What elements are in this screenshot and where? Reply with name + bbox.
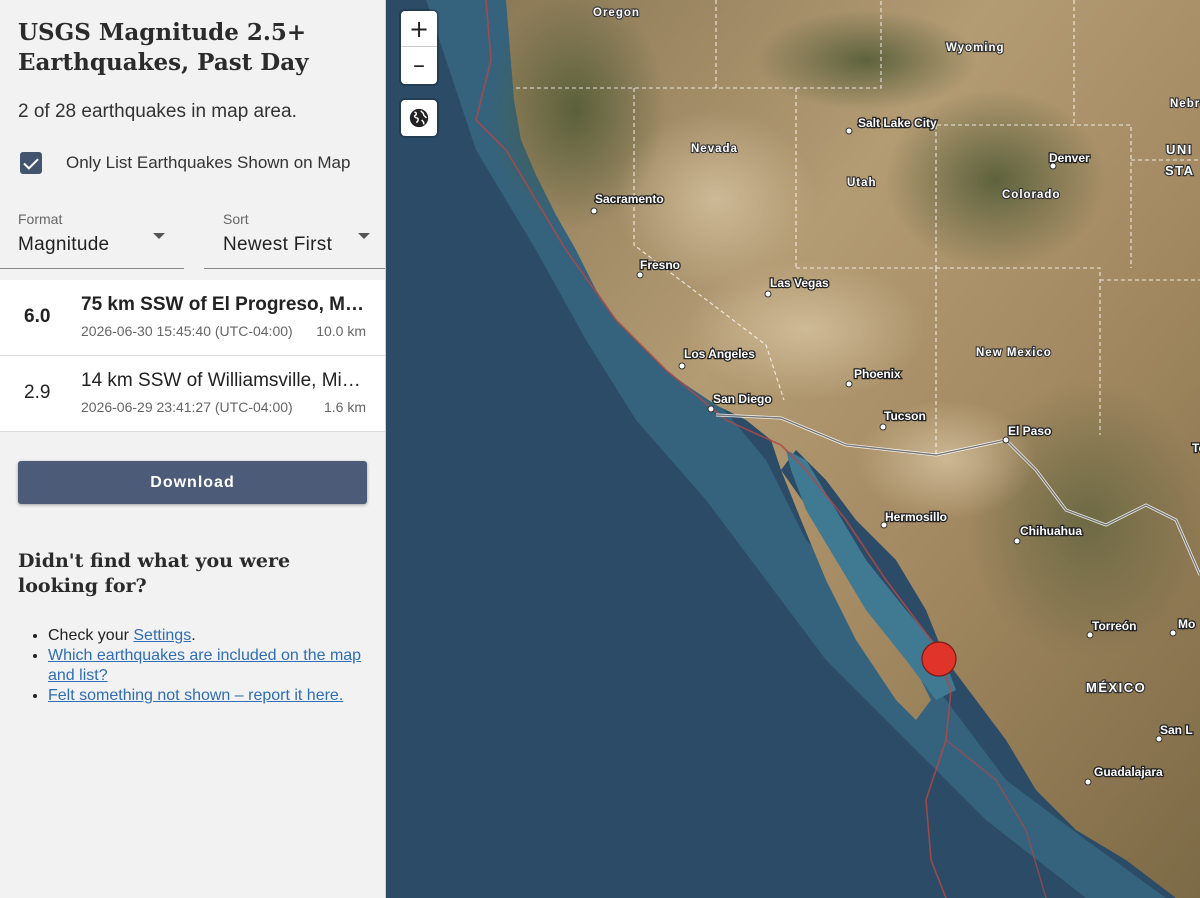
help-heading: Didn't find what you were looking for? [18,550,291,597]
quake-depth: 1.6 km [323,399,366,415]
list-item: Which earthquakes are included on the ma… [48,646,368,686]
state-label-new-mexico: New Mexico [976,347,1052,359]
quake-depth: 10.0 km [316,323,366,339]
list-item: Felt something not shown – report it her… [48,686,368,706]
which-earthquakes-link[interactable]: Which earthquakes are included on the ma… [48,647,361,684]
city-label-el-paso: El Paso [1008,424,1051,438]
only-list-checkbox[interactable] [20,152,42,174]
sort-value[interactable]: Newest First [223,234,332,256]
quake-place[interactable]: 75 km SSW of El Progreso, Mexico [81,294,367,316]
city-label-san-luis: San L [1160,723,1193,737]
layers-button[interactable] [401,100,437,136]
quake-time: 2026-06-29 23:41:27 (UTC-04:00) [81,399,293,415]
country-label-mexico: MÉXICO [1086,680,1146,695]
quake-place[interactable]: 14 km SSW of Williamsville, Missouri [81,370,367,392]
city-label-phoenix: Phoenix [854,367,901,381]
state-label-oregon: Oregon [593,7,640,19]
city-label-tucson: Tucson [884,409,926,423]
city-label-san-diego: San Diego [713,392,772,406]
globe-icon[interactable] [408,107,430,129]
chevron-down-icon[interactable] [153,233,165,239]
city-label-salt-lake-city: Salt Lake City [858,116,937,130]
state-label-wyoming: Wyoming [946,42,1005,54]
list-item[interactable]: 6.0 75 km SSW of El Progreso, Mexico 202… [0,280,385,356]
earthquake-count: 2 of 28 earthquakes in map area. [18,101,297,122]
format-caption: Format [18,211,63,227]
sort-caption: Sort [223,211,249,227]
state-label-nebraska: Nebra [1170,98,1200,110]
zoom-in-button[interactable]: + [401,11,437,47]
quake-magnitude: 6.0 [24,306,51,327]
city-label-fresno: Fresno [640,258,680,272]
terrain [756,10,976,110]
only-list-label[interactable]: Only List Earthquakes Shown on Map [66,153,350,173]
state-label-utah: Utah [847,177,877,189]
zoom-out-button[interactable]: – [401,47,437,83]
settings-link[interactable]: Settings [133,627,191,644]
country-label-united-states: UNI [1166,142,1193,157]
list-item[interactable]: 2.9 14 km SSW of Williamsville, Missouri… [0,356,385,432]
only-list-checkbox-row[interactable]: Only List Earthquakes Shown on Map [20,151,350,175]
list-item: Check your Settings. [48,626,368,646]
city-label-sacramento: Sacramento [595,192,664,206]
city-label-los-angeles: Los Angeles [684,347,755,361]
quake-time: 2026-06-30 15:45:40 (UTC-04:00) [81,323,293,339]
earthquake-marker[interactable] [921,641,957,677]
state-label-colorado: Colorado [1002,189,1060,201]
format-select[interactable]: Format Magnitude [0,201,184,269]
city-label-guadalajara: Guadalajara [1094,765,1163,779]
map-view[interactable]: Oregon Wyoming Nebra Nevada Utah Colorad… [386,0,1200,898]
help-check-suffix: . [191,627,196,644]
map-canvas[interactable]: Oregon Wyoming Nebra Nevada Utah Colorad… [386,0,1200,898]
city-label-monterrey: Mo [1178,617,1195,631]
state-label-nevada: Nevada [691,143,738,155]
city-label-chihuahua: Chihuahua [1020,524,1082,538]
city-label-denver: Denver [1049,151,1090,165]
help-check-prefix: Check your [48,627,134,644]
earthquake-list: 6.0 75 km SSW of El Progreso, Mexico 202… [0,280,385,432]
city-label-las-vegas: Las Vegas [770,276,829,290]
terrain [856,400,1036,520]
felt-report-link[interactable]: Felt something not shown – report it her… [48,687,343,704]
city-label-torreon: Torreón [1092,619,1136,633]
format-value[interactable]: Magnitude [18,234,109,256]
help-list: Check your Settings. Which earthquakes a… [48,626,368,706]
sidebar: USGS Magnitude 2.5+ Earthquakes, Past Da… [0,0,386,898]
city-label-hermosillo: Hermosillo [885,510,947,524]
city-label-partial: Te [1192,441,1200,455]
chevron-down-icon[interactable] [358,233,370,239]
country-label-united-states: STA [1165,163,1195,178]
quake-magnitude: 2.9 [24,382,51,403]
page-title: USGS Magnitude 2.5+ Earthquakes, Past Da… [18,19,309,76]
download-button[interactable]: Download [18,461,367,504]
zoom-control: + – [401,11,437,84]
sort-select[interactable]: Sort Newest First [204,201,385,269]
